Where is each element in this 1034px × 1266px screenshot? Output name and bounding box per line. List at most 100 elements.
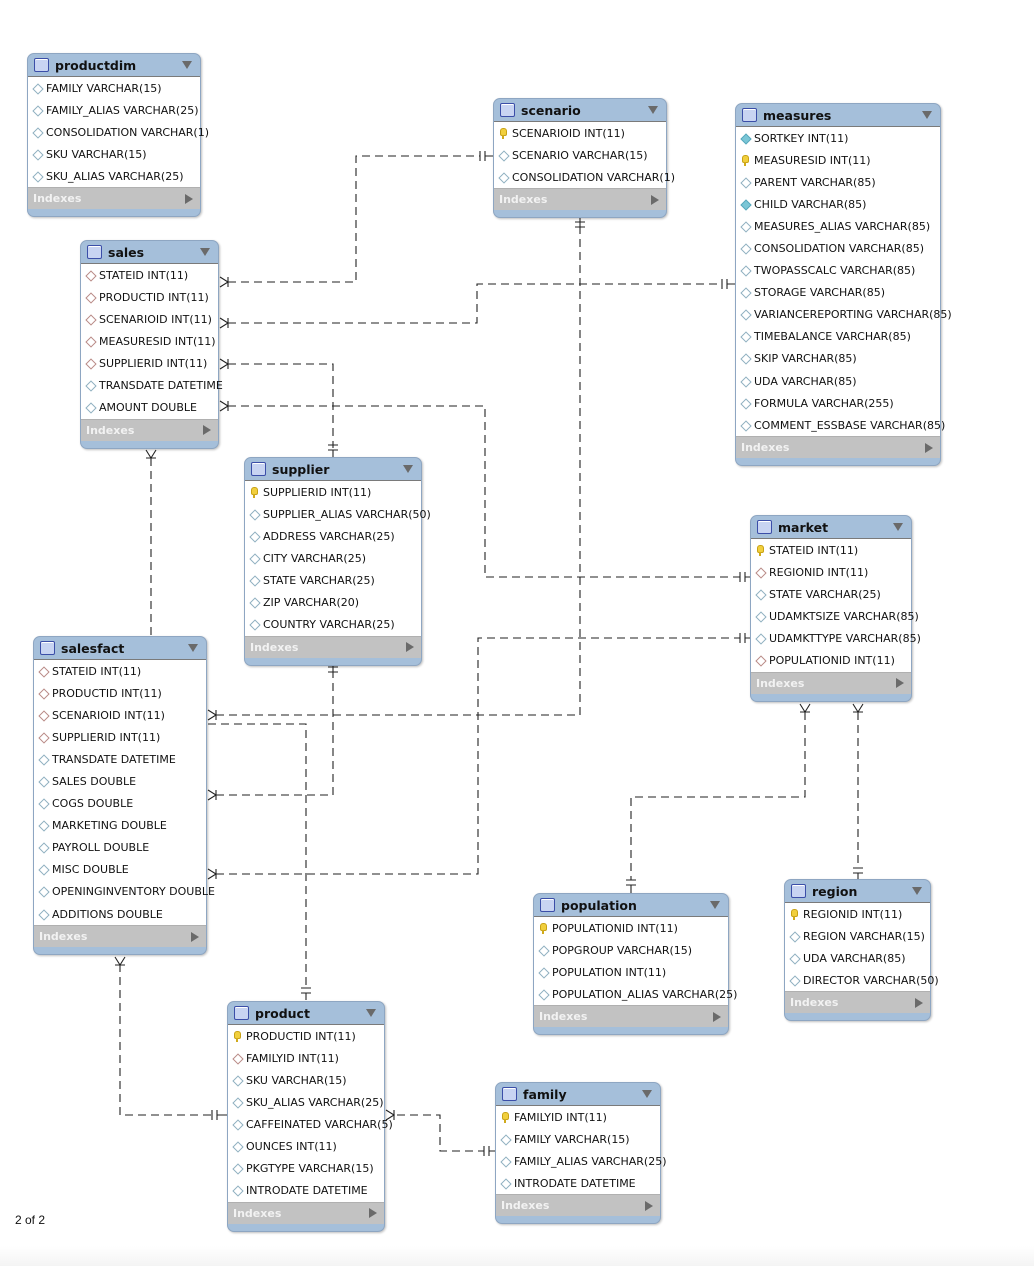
column-row[interactable]: FAMILY VARCHAR(15) <box>496 1128 660 1150</box>
column-row[interactable]: FAMILY_ALIAS VARCHAR(25) <box>496 1150 667 1172</box>
column-row[interactable]: CAFFEINATED VARCHAR(5) <box>228 1113 393 1135</box>
table-header[interactable]: population <box>534 894 728 916</box>
expand-arrow-icon[interactable] <box>203 425 211 436</box>
column-row[interactable]: COUNTRY VARCHAR(25) <box>245 614 421 636</box>
expand-arrow-icon[interactable] <box>185 193 193 204</box>
column-row[interactable]: SORTKEY INT(11) <box>736 127 940 149</box>
column-row[interactable]: STATEID INT(11) <box>81 264 218 286</box>
column-row[interactable]: SKU_ALIAS VARCHAR(25) <box>228 1091 384 1113</box>
column-row[interactable]: SKU VARCHAR(15) <box>228 1069 384 1091</box>
relationship-line-sales-scenario[interactable] <box>228 155 480 283</box>
column-row[interactable]: SKIP VARCHAR(85) <box>736 348 940 370</box>
table-family[interactable]: family FAMILYID INT(11) FAMILY VARCHAR(15)… <box>495 1082 667 1225</box>
table-measures[interactable]: measures SORTKEY INT(11) MEASURESID INT(11… <box>735 103 952 467</box>
indexes-section[interactable]: Indexes <box>28 187 200 210</box>
column-row[interactable]: UDA VARCHAR(85) <box>736 370 940 392</box>
column-row[interactable]: POPULATIONID INT(11) <box>534 917 728 939</box>
column-row[interactable]: COGS DOUBLE <box>34 793 206 815</box>
column-row[interactable]: STATE VARCHAR(25) <box>245 569 421 591</box>
column-row[interactable]: COMMENT_ESSBASE VARCHAR(85) <box>736 414 945 436</box>
collapse-caret-icon[interactable] <box>893 523 903 531</box>
indexes-section[interactable]: Indexes <box>245 635 421 658</box>
column-row[interactable]: TRANSDATE DATETIME <box>81 374 223 396</box>
table-header[interactable]: scenario <box>494 99 666 121</box>
column-row[interactable]: CONSOLIDATION VARCHAR(85) <box>736 237 940 259</box>
column-row[interactable]: SUPPLIERID INT(11) <box>34 726 206 748</box>
column-row[interactable]: POPULATIONID INT(11) <box>751 649 911 671</box>
table-header[interactable]: productdim <box>28 54 200 76</box>
column-row[interactable]: FORMULA VARCHAR(255) <box>736 392 940 414</box>
table-header[interactable]: sales <box>81 241 218 263</box>
column-row[interactable]: UDAMKTTYPE VARCHAR(85) <box>751 627 921 649</box>
collapse-caret-icon[interactable] <box>912 887 922 895</box>
table-product[interactable]: product PRODUCTID INT(11) FAMILYID INT(11)… <box>227 1001 393 1232</box>
column-row[interactable]: STATE VARCHAR(25) <box>751 583 911 605</box>
column-row[interactable]: PRODUCTID INT(11) <box>34 682 206 704</box>
column-row[interactable]: SUPPLIERID INT(11) <box>81 352 218 374</box>
collapse-caret-icon[interactable] <box>403 465 413 473</box>
expand-arrow-icon[interactable] <box>645 1200 653 1211</box>
column-row[interactable]: MISC DOUBLE <box>34 859 206 881</box>
column-row[interactable]: FAMILYID INT(11) <box>228 1047 384 1069</box>
relationship-line-salesfact-product-left[interactable] <box>119 964 212 1116</box>
expand-arrow-icon[interactable] <box>369 1208 377 1219</box>
column-row[interactable]: PAYROLL DOUBLE <box>34 837 206 859</box>
table-salesfact[interactable]: salesfact STATEID INT(11) PRODUCTID INT(11… <box>33 636 215 956</box>
table-scenario[interactable]: scenario SCENARIOID INT(11) SCENARIO VARCH… <box>493 98 675 219</box>
expand-arrow-icon[interactable] <box>713 1011 721 1022</box>
column-row[interactable]: SCENARIOID INT(11) <box>34 704 206 726</box>
expand-arrow-icon[interactable] <box>896 678 904 689</box>
column-row[interactable]: OPENINGINVENTORY DOUBLE <box>34 881 215 903</box>
indexes-section[interactable]: Indexes <box>785 991 930 1014</box>
column-row[interactable]: INTRODATE DATETIME <box>496 1172 660 1194</box>
column-row[interactable]: SUPPLIER_ALIAS VARCHAR(50) <box>245 503 431 525</box>
relationship-line-sales-supplier[interactable] <box>228 363 334 448</box>
column-row[interactable]: PRODUCTID INT(11) <box>81 286 218 308</box>
column-row[interactable]: UDA VARCHAR(85) <box>785 947 930 969</box>
expand-arrow-icon[interactable] <box>651 194 659 205</box>
column-row[interactable]: FAMILYID INT(11) <box>496 1106 660 1128</box>
indexes-section[interactable]: Indexes <box>534 1005 728 1028</box>
column-row[interactable]: POPULATION INT(11) <box>534 961 728 983</box>
expand-arrow-icon[interactable] <box>406 642 414 653</box>
table-header[interactable]: supplier <box>245 458 421 480</box>
table-supplier[interactable]: supplier SUPPLIERID INT(11) SUPPLIER_ALIAS… <box>244 457 431 666</box>
relationship-line-product-family[interactable] <box>397 1114 484 1152</box>
relationship-line-market-population[interactable] <box>630 712 806 880</box>
indexes-section[interactable]: Indexes <box>496 1194 660 1217</box>
table-header[interactable]: market <box>751 516 911 538</box>
expand-arrow-icon[interactable] <box>925 442 933 453</box>
column-row[interactable]: VARIANCEREPORTING VARCHAR(85) <box>736 304 952 326</box>
column-row[interactable]: CONSOLIDATION VARCHAR(1) <box>494 166 675 188</box>
column-row[interactable]: FAMILY_ALIAS VARCHAR(25) <box>28 99 200 121</box>
column-row[interactable]: SCENARIO VARCHAR(15) <box>494 144 666 166</box>
expand-arrow-icon[interactable] <box>915 997 923 1008</box>
indexes-section[interactable]: Indexes <box>751 671 911 694</box>
collapse-caret-icon[interactable] <box>710 901 720 909</box>
column-row[interactable]: TRANSDATE DATETIME <box>34 748 206 770</box>
column-row[interactable]: SALES DOUBLE <box>34 770 206 792</box>
table-population[interactable]: population POPULATIONID INT(11) POPGROUP V… <box>533 893 737 1036</box>
column-row[interactable]: FAMILY VARCHAR(15) <box>28 77 200 99</box>
table-header[interactable]: region <box>785 880 930 902</box>
collapse-caret-icon[interactable] <box>182 61 192 69</box>
column-row[interactable]: SCENARIOID INT(11) <box>494 122 666 144</box>
table-productdim[interactable]: productdim FAMILY VARCHAR(15) FAMILY_ALIAS… <box>27 53 209 218</box>
table-market[interactable]: market STATEID INT(11) REGIONID INT(11) STA… <box>750 515 921 702</box>
column-row[interactable]: PRODUCTID INT(11) <box>228 1025 384 1047</box>
column-row[interactable]: DIRECTOR VARCHAR(50) <box>785 969 939 991</box>
table-header[interactable]: salesfact <box>34 637 206 659</box>
column-row[interactable]: STATEID INT(11) <box>751 539 911 561</box>
table-header[interactable]: measures <box>736 104 940 126</box>
relationship-line-sales-measures[interactable] <box>228 283 722 324</box>
column-row[interactable]: INTRODATE DATETIME <box>228 1180 384 1202</box>
column-row[interactable]: SUPPLIERID INT(11) <box>245 481 421 503</box>
collapse-caret-icon[interactable] <box>200 248 210 256</box>
indexes-section[interactable]: Indexes <box>81 418 218 441</box>
collapse-caret-icon[interactable] <box>188 644 198 652</box>
column-row[interactable]: STATEID INT(11) <box>34 660 206 682</box>
collapse-caret-icon[interactable] <box>922 111 932 119</box>
column-row[interactable]: UDAMKTSIZE VARCHAR(85) <box>751 605 919 627</box>
indexes-section[interactable]: Indexes <box>736 436 940 459</box>
collapse-caret-icon[interactable] <box>642 1090 652 1098</box>
